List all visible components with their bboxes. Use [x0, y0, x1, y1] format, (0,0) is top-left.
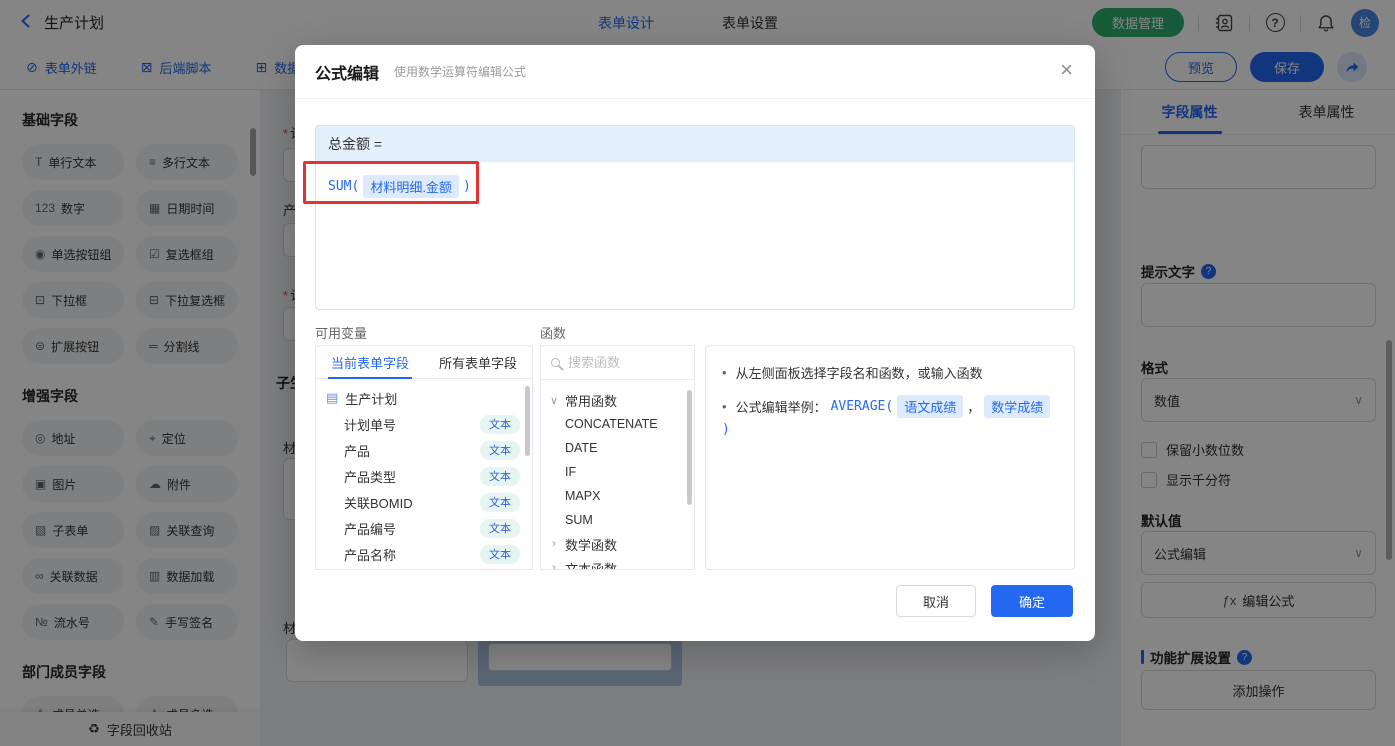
variables-panel: 当前表单字段 所有表单字段 ▤ 生产计划 计划单号 文本 产品 文本 产品类型 …: [315, 345, 533, 570]
function-item[interactable]: CONCATENATE: [541, 412, 694, 436]
variable-name: 关联BOMID: [344, 495, 413, 511]
formula-target: 总金额 =: [316, 126, 1074, 162]
tip-line2-prefix: 公式编辑举例：: [735, 400, 827, 415]
tab-all-form-fields[interactable]: 所有表单字段: [424, 346, 532, 378]
function-group[interactable]: › 文本函数: [541, 556, 694, 570]
modal-subtitle: 使用数学运算符编辑公式: [394, 65, 527, 79]
variable-rows: 计划单号 文本 产品 文本 产品类型 文本 关联BOMID 文本 产品编号 文本…: [316, 411, 532, 569]
bullet-icon: •: [722, 365, 727, 380]
variable-row[interactable]: 产品编号 文本: [316, 515, 532, 541]
function-collapsed-groups: › 数学函数 › 文本函数: [541, 532, 694, 570]
confirm-button[interactable]: 确定: [991, 585, 1073, 617]
bullet-icon: •: [722, 399, 727, 414]
function-group[interactable]: › 数学函数: [541, 532, 694, 556]
function-group-label: 常用函数: [565, 393, 618, 409]
functions-panel: ∨ 常用函数 CONCATENATE DATE IF MAPX SUM: [540, 345, 695, 570]
variable-type-badge: 文本: [480, 414, 520, 434]
variable-name: 计划单号: [344, 417, 397, 433]
function-item[interactable]: SUM: [541, 508, 694, 532]
close-icon[interactable]: ×: [1060, 59, 1073, 81]
tab-current-form-fields[interactable]: 当前表单字段: [316, 346, 424, 378]
formula-edit-modal: 公式编辑 使用数学运算符编辑公式 × 总金额 = SUM( 材料明细.金额 ) …: [295, 45, 1095, 641]
formula-tips-panel: • 从左侧面板选择字段名和函数，或输入函数 • 公式编辑举例： AVERAGE(…: [705, 345, 1075, 570]
function-item[interactable]: IF: [541, 460, 694, 484]
function-item[interactable]: MAPX: [541, 484, 694, 508]
tip-example-close: ): [722, 422, 730, 437]
collapse-arrow-icon: ›: [552, 538, 556, 550]
variable-name: 产品: [344, 443, 371, 459]
search-icon: [551, 358, 560, 367]
function-group-label: 文本函数: [565, 561, 618, 570]
functions-scrollbar[interactable]: [687, 390, 692, 505]
tip-example-chip: 语文成绩: [897, 395, 964, 418]
variable-tree-root[interactable]: ▤ 生产计划: [316, 385, 532, 411]
variable-type-badge: 文本: [480, 492, 520, 512]
formula-editor[interactable]: 总金额 = SUM( 材料明细.金额 ): [315, 125, 1075, 310]
variable-type-badge: 文本: [480, 466, 520, 486]
expand-arrow-icon: ∨: [549, 394, 559, 407]
variable-type-badge: 文本: [480, 440, 520, 460]
function-items: CONCATENATE DATE IF MAPX SUM: [541, 412, 694, 532]
function-group-common[interactable]: ∨ 常用函数: [541, 388, 694, 412]
formula-function-close: ): [462, 179, 471, 194]
variable-row[interactable]: 产品类型 文本: [316, 463, 532, 489]
collapse-arrow-icon: ›: [552, 562, 556, 570]
function-group-label: 数学函数: [565, 537, 618, 553]
cancel-button[interactable]: 取消: [896, 585, 976, 617]
variable-name: 产品名称: [344, 547, 397, 563]
functions-section-label: 函数: [540, 326, 567, 341]
variable-row[interactable]: 产品 文本: [316, 437, 532, 463]
tip-separator: ，: [967, 400, 981, 415]
variable-row[interactable]: 产品名称 文本: [316, 541, 532, 567]
variables-section-label: 可用变量: [315, 326, 368, 341]
tip-line1: 从左侧面板选择字段名和函数，或输入函数: [735, 366, 983, 381]
function-item[interactable]: DATE: [541, 436, 694, 460]
document-icon: ▤: [326, 390, 339, 405]
variable-row[interactable]: 文本: [316, 567, 532, 569]
variable-type-badge: 文本: [480, 544, 520, 564]
formula-function-open: SUM(: [328, 179, 360, 194]
variable-row[interactable]: 计划单号 文本: [316, 411, 532, 437]
variables-scrollbar[interactable]: [525, 386, 530, 456]
tip-example-chip: 数学成绩: [984, 395, 1051, 418]
variable-type-badge: 文本: [480, 518, 520, 538]
modal-title: 公式编辑: [315, 65, 380, 83]
variable-row[interactable]: 关联BOMID 文本: [316, 489, 532, 515]
variable-name: 产品类型: [344, 469, 397, 485]
formula-field-chip[interactable]: 材料明细.金额: [363, 175, 459, 198]
variable-root-label: 生产计划: [345, 391, 398, 407]
function-search-input[interactable]: [568, 355, 684, 370]
variable-name: 产品编号: [344, 521, 397, 537]
tip-example-function: AVERAGE(: [830, 399, 894, 414]
